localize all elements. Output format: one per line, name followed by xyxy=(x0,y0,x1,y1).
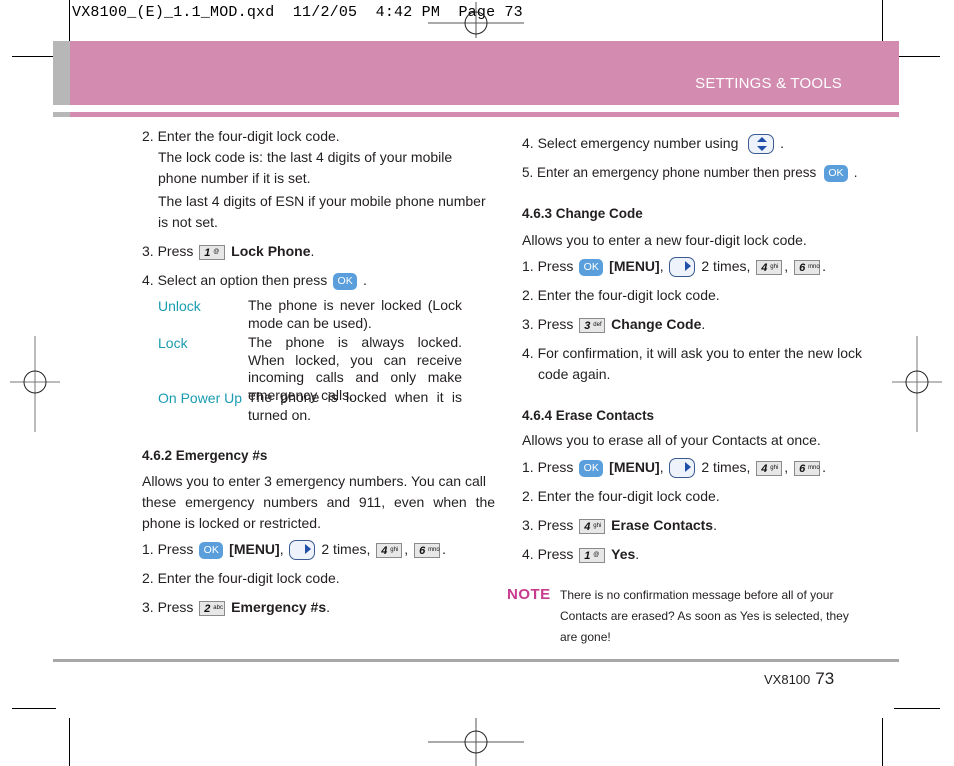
note-label: NOTE xyxy=(507,586,551,603)
step-text: For confirmation, it will ask you to ent… xyxy=(537,345,863,361)
model-name: VX8100 xyxy=(764,672,811,687)
key-1-icon: 1 @ xyxy=(579,547,606,563)
erase-contacts-intro: Allows you to erase all of your Contacts… xyxy=(522,432,821,448)
note-line: are gone! xyxy=(560,630,611,644)
step-number: 2. xyxy=(522,287,534,303)
step-number: 3. xyxy=(522,316,534,332)
nav-right-key-icon xyxy=(669,257,696,278)
punctuation: . xyxy=(701,316,706,332)
step-number: 1. xyxy=(522,459,534,475)
punctuation: , xyxy=(659,258,664,274)
step-text: Press xyxy=(537,258,574,274)
change-step-2: 2. Enter the four-digit lock code. xyxy=(522,285,720,306)
key-3-icon: 3 def xyxy=(579,317,606,333)
punctuation: . xyxy=(853,165,858,180)
key-letters: mno xyxy=(808,263,820,270)
menu-option-label: Change Code xyxy=(611,316,702,332)
note-line: There is no confirmation message before … xyxy=(560,588,834,602)
key-6-icon: 6 mno xyxy=(794,259,821,275)
erase-step-3: 3. Press 4 ghi Erase Contacts. xyxy=(522,515,717,536)
step-text: Enter the four-digit lock code. xyxy=(537,287,720,303)
emergency-step-4: 4. Select emergency number using . xyxy=(522,133,785,155)
right-column: 4. Select emergency number using . 5. En… xyxy=(0,0,954,766)
menu-option-label: Erase Contacts xyxy=(611,517,714,533)
key-digit: 4 xyxy=(761,261,768,274)
key-letters: @ xyxy=(593,551,600,558)
menu-label: [MENU] xyxy=(609,258,660,274)
step-text: Select emergency number using xyxy=(537,135,739,151)
change-step-1: 1. Press OK [MENU], 2 times, 4 ghi, 6 mno. xyxy=(522,256,826,278)
ok-key-icon: OK xyxy=(579,258,604,276)
step-text: Enter the four-digit lock code. xyxy=(537,488,720,504)
step-number: 3. xyxy=(522,517,534,533)
change-step-4-cont: code again. xyxy=(538,366,611,382)
note-text: There is no confirmation message before … xyxy=(560,585,850,648)
step-number: 4. xyxy=(522,546,534,562)
key-letters: ghi xyxy=(770,464,779,471)
step-number: 5. xyxy=(522,165,534,180)
step-text: Press xyxy=(537,459,574,475)
ok-key-icon: OK xyxy=(579,459,604,477)
key-digit: 4 xyxy=(761,462,768,475)
key-4-icon: 4 ghi xyxy=(579,518,606,534)
note-line: Contacts are erased? As soon as Yes is s… xyxy=(560,609,849,623)
key-4-icon: 4 ghi xyxy=(756,460,783,476)
key-6-icon: 6 mno xyxy=(794,460,821,476)
key-digit: 4 xyxy=(584,520,591,533)
punctuation: . xyxy=(822,258,826,274)
erase-step-2: 2. Enter the four-digit lock code. xyxy=(522,486,720,507)
punctuation: , xyxy=(659,459,664,475)
step-text: 2 times, xyxy=(701,459,751,475)
key-letters: ghi xyxy=(593,522,602,529)
key-digit: 1 xyxy=(584,549,591,562)
page-footer: VX8100 73 xyxy=(764,669,834,689)
change-code-intro: Allows you to enter a new four-digit loc… xyxy=(522,232,807,248)
key-letters: mno xyxy=(808,464,820,471)
erase-step-4: 4. Press 1 @ Yes. xyxy=(522,544,639,565)
step-text: Enter an emergency phone number then pre… xyxy=(537,165,817,180)
punctuation: . xyxy=(822,459,826,475)
menu-label: [MENU] xyxy=(609,459,660,475)
step-text: Press xyxy=(537,517,574,533)
step-text: Press xyxy=(537,546,574,562)
emergency-step-5: 5. Enter an emergency phone number then … xyxy=(522,162,858,183)
step-number: 2. xyxy=(522,488,534,504)
section-heading-erase-contacts: 4.6.4 Erase Contacts xyxy=(522,408,655,423)
section-heading-change-code: 4.6.3 Change Code xyxy=(522,206,643,221)
footer-rule xyxy=(53,659,899,662)
step-text: Press xyxy=(537,316,574,332)
step-number: 1. xyxy=(522,258,534,274)
key-digit: 6 xyxy=(799,261,806,274)
step-number: 4. xyxy=(522,345,534,361)
key-letters: ghi xyxy=(770,263,779,270)
punctuation: . xyxy=(780,135,785,151)
erase-step-1: 1. Press OK [MENU], 2 times, 4 ghi, 6 mno. xyxy=(522,457,826,479)
punctuation: . xyxy=(713,517,717,533)
step-text: 2 times, xyxy=(701,258,751,274)
change-step-3: 3. Press 3 def Change Code. xyxy=(522,314,705,335)
key-letters: def xyxy=(593,321,602,328)
page-number: 73 xyxy=(815,669,835,688)
menu-option-label: Yes xyxy=(611,546,636,562)
step-number: 4. xyxy=(522,135,534,151)
nav-up-down-key-icon xyxy=(748,134,775,155)
nav-right-key-icon xyxy=(669,458,696,479)
ok-key-icon: OK xyxy=(823,164,848,182)
punctuation: . xyxy=(635,546,640,562)
key-digit: 3 xyxy=(584,319,591,332)
key-4-icon: 4 ghi xyxy=(756,259,783,275)
key-digit: 6 xyxy=(799,462,806,475)
change-step-4: 4. For confirmation, it will ask you to … xyxy=(522,343,862,364)
